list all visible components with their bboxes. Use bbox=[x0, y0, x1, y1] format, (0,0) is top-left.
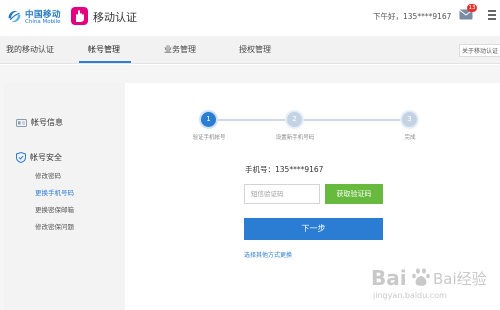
sidebar-item-security-question[interactable]: 修改密保问题 bbox=[35, 221, 74, 231]
svg-text:Bai: Bai bbox=[371, 266, 407, 290]
svg-text:jingyan.baidu.com: jingyan.baidu.com bbox=[372, 291, 447, 300]
sidebar-item-change-phone[interactable]: 更换手机号码 bbox=[35, 187, 74, 197]
shield-check-icon bbox=[16, 152, 26, 163]
alternative-method-link[interactable]: 选择其他方式更换 bbox=[244, 250, 292, 259]
id-card-icon bbox=[16, 118, 27, 127]
step-3-circle: 3 bbox=[402, 112, 417, 127]
next-step-button[interactable]: 下一步 bbox=[244, 218, 383, 240]
sidebar-item-change-password[interactable]: 修改密码 bbox=[35, 170, 61, 180]
main-nav: 我的移动认证 帐号管理 业务管理 授权管理 关于移动认证 bbox=[0, 36, 500, 64]
mail-count-badge: 13 bbox=[467, 4, 477, 12]
app-badge-icon bbox=[71, 7, 88, 25]
step-3-label: 完成 bbox=[404, 135, 416, 141]
sidebar-group-label: 帐号信息 bbox=[31, 118, 63, 127]
sms-code-input[interactable] bbox=[244, 184, 320, 204]
sidebar: 帐号信息 帐号安全 修改密码 更换手机号码 更换密保邮箱 修改密保问题 bbox=[4, 83, 125, 310]
step-connector bbox=[209, 119, 294, 121]
get-code-button[interactable]: 获取验证码 bbox=[325, 184, 383, 204]
sidebar-group-account-security[interactable]: 帐号安全 bbox=[16, 152, 62, 163]
nav-service-management[interactable]: 业务管理 bbox=[164, 44, 196, 55]
user-greeting[interactable]: 下午好，135****9167 bbox=[373, 11, 451, 22]
sidebar-item-change-email[interactable]: 更换密保邮箱 bbox=[35, 204, 74, 214]
step-2-circle: 2 bbox=[287, 112, 302, 127]
app-title: 移动认证 bbox=[93, 11, 137, 24]
menu-icon[interactable] bbox=[488, 10, 496, 20]
step-1-label: 验证手机帐号 bbox=[192, 135, 226, 141]
sidebar-group-label: 帐号安全 bbox=[30, 153, 62, 162]
svg-text:Bai经验: Bai经验 bbox=[433, 270, 487, 288]
step-connector bbox=[302, 119, 403, 121]
about-link[interactable]: 关于移动认证 bbox=[459, 44, 500, 57]
phone-number-label: 手机号：135****9167 bbox=[245, 165, 324, 174]
top-header: 中国移动 China Mobile 移动认证 下午好，135****9167 1… bbox=[0, 0, 500, 34]
sidebar-group-account-info[interactable]: 帐号信息 bbox=[16, 117, 63, 128]
china-mobile-logo[interactable]: 中国移动 China Mobile bbox=[6, 6, 66, 28]
china-mobile-logo-icon bbox=[8, 10, 21, 23]
nav-account-management[interactable]: 帐号管理 bbox=[88, 44, 120, 55]
nav-my-auth[interactable]: 我的移动认证 bbox=[6, 44, 54, 55]
active-tab-indicator bbox=[79, 61, 131, 63]
nav-authorization-management[interactable]: 授权管理 bbox=[239, 44, 271, 55]
step-2-label: 设置新手机号码 bbox=[275, 135, 315, 141]
baidu-jingyan-watermark: Bai Bai经验 jingyan.baidu.com bbox=[371, 266, 487, 300]
logo-english-text: China Mobile bbox=[25, 19, 61, 25]
step-1-circle: 1 bbox=[201, 112, 216, 127]
